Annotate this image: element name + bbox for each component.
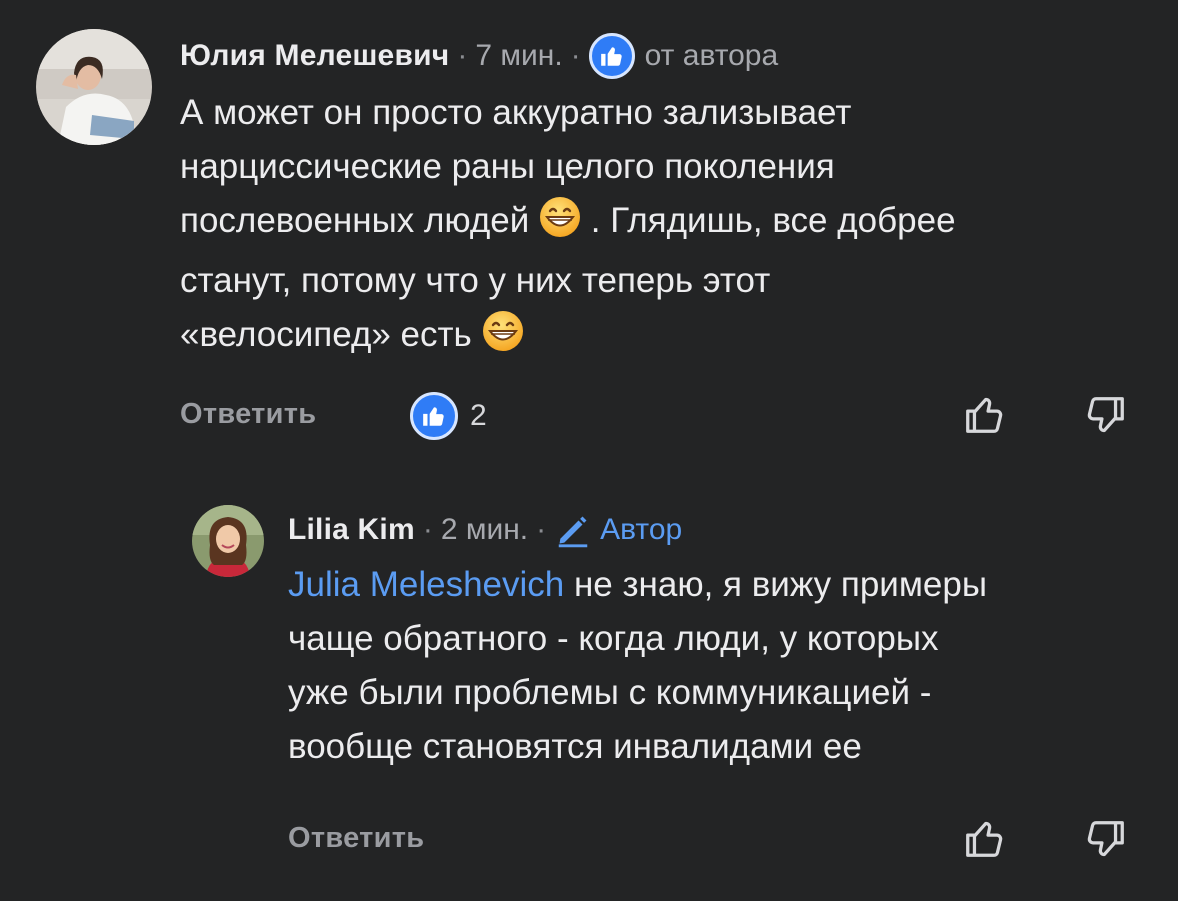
- author-name[interactable]: Lilia Kim: [288, 513, 415, 547]
- avatar-photo: [36, 29, 152, 145]
- reply-line-part: не знаю, я вижу примеры: [564, 565, 988, 604]
- thumbs-up-icon: [588, 33, 635, 79]
- grinning-emoji-icon: [482, 310, 524, 368]
- author-like-label: от автора: [644, 39, 779, 72]
- like-button[interactable]: [962, 816, 1008, 867]
- timestamp: 7 мин.: [475, 39, 563, 72]
- comment-actions: Ответить 2: [0, 390, 1178, 442]
- like-button[interactable]: [962, 392, 1008, 443]
- mention-link[interactable]: Julia Meleshevich: [288, 565, 564, 604]
- reply-meta: Lilia Kim · 2 мин. · Автор: [288, 510, 682, 550]
- thumbs-down-outline-icon: [1087, 397, 1124, 433]
- reply-text: Julia Meleshevich не знаю, я вижу пример…: [288, 558, 987, 774]
- author-tag-label: Автор: [600, 513, 683, 546]
- comment-line: А может он просто аккуратно зализывает: [180, 93, 852, 132]
- thumbs-up-outline-icon: [966, 397, 1003, 433]
- author-name[interactable]: Юлия Мелешевич: [180, 39, 449, 73]
- separator: ·: [457, 39, 468, 72]
- reply-line: вообще становятся инвалидами ее: [288, 727, 862, 766]
- reply-actions: Ответить: [0, 812, 1178, 864]
- reply-line: чаще обратного - когда люди, у которых: [288, 619, 939, 658]
- timestamp: 2 мин.: [440, 513, 529, 546]
- comment-line: нарциссические раны целого поколения: [180, 147, 835, 186]
- thumbs-up-icon: [410, 392, 458, 440]
- author-tag: Автор: [554, 511, 682, 549]
- grinning-emoji-icon: [539, 196, 581, 254]
- reply-line: уже были проблемы с коммуникацией -: [288, 673, 932, 712]
- separator: ·: [422, 513, 433, 546]
- comment-line-part: послевоенных людей: [180, 201, 530, 240]
- comments-thread: Юлия Мелешевич · 7 мин. · от автора А мо…: [0, 0, 1178, 901]
- dislike-button[interactable]: [1082, 816, 1128, 867]
- thumbs-up-outline-icon: [966, 821, 1003, 857]
- comment-line: станут, потому что у них теперь этот: [180, 261, 771, 300]
- pencil-icon: [558, 516, 588, 548]
- comment-meta: Юлия Мелешевич · 7 мин. · от автора: [180, 33, 779, 79]
- comment-text: А может он просто аккуратно зализывает н…: [180, 86, 956, 368]
- thumbs-down-outline-icon: [1087, 821, 1124, 857]
- comment-line: послевоенных людей . Глядишь, все добрее: [180, 194, 956, 254]
- avatar[interactable]: [36, 29, 152, 145]
- comment-line-part: «велосипед» есть: [180, 315, 472, 354]
- like-count-group[interactable]: 2: [410, 392, 487, 440]
- reply-button[interactable]: Ответить: [180, 398, 316, 431]
- comment-line-part: . Глядишь, все добрее: [590, 201, 956, 240]
- like-count: 2: [470, 399, 487, 432]
- dislike-button[interactable]: [1082, 392, 1128, 443]
- comment-line: «велосипед» есть: [180, 308, 956, 368]
- avatar-photo: [192, 505, 264, 577]
- avatar[interactable]: [192, 505, 264, 577]
- reply-button[interactable]: Ответить: [288, 822, 424, 855]
- reply-line: Julia Meleshevich не знаю, я вижу пример…: [288, 558, 987, 612]
- separator: ·: [570, 39, 581, 72]
- separator: ·: [536, 513, 547, 546]
